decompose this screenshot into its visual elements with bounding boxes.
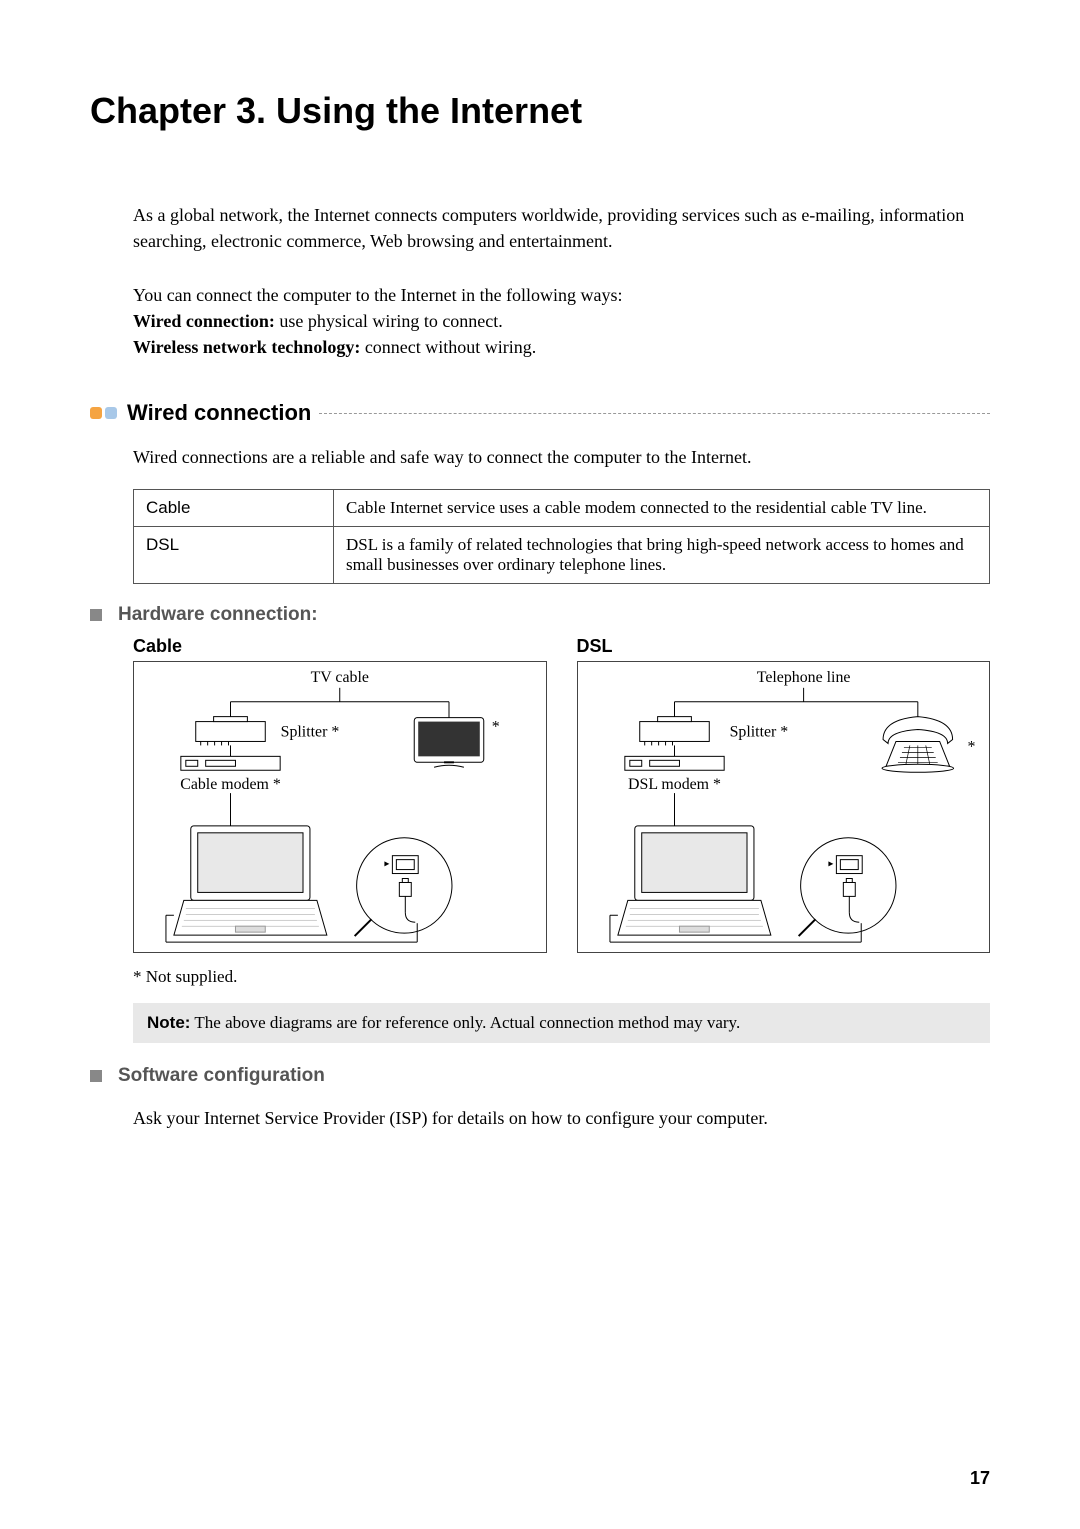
subheading-software: Software configuration <box>90 1065 990 1087</box>
wired-description: Wired connections are a reliable and saf… <box>133 444 990 470</box>
tv-cable-label: TV cable <box>311 668 369 685</box>
svg-text:*: * <box>967 738 975 755</box>
wired-connection-line: Wired connection: use physical wiring to… <box>133 308 990 334</box>
square-bullet-icon <box>90 1070 102 1082</box>
diagram-row: Cable TV cable <box>133 636 990 953</box>
magnifier-icon: ▸ <box>355 837 452 935</box>
svg-text:▸: ▸ <box>384 858 389 869</box>
note-text: The above diagrams are for reference onl… <box>190 1013 740 1032</box>
magnifier-icon: ▸ <box>798 837 895 935</box>
intro-paragraph-2: You can connect the computer to the Inte… <box>133 282 990 308</box>
heading-dash-line <box>319 413 990 414</box>
table-row: DSL DSL is a family of related technolog… <box>134 526 990 583</box>
chapter-title: Chapter 3. Using the Internet <box>90 90 990 132</box>
table-cell-name: DSL <box>134 526 334 583</box>
diagram-box-dsl: Telephone line Splitter * <box>577 661 991 953</box>
table-cell-desc: Cable Internet service uses a cable mode… <box>334 489 990 526</box>
page-number: 17 <box>970 1468 990 1489</box>
telephone-icon <box>882 716 954 772</box>
section-title: Wired connection <box>127 400 311 426</box>
subheading-text: Software configuration <box>118 1065 325 1087</box>
wireless-connection-line: Wireless network technology: connect wit… <box>133 334 990 360</box>
intro-block: As a global network, the Internet connec… <box>133 202 990 360</box>
subheading-text: Hardware connection: <box>118 604 318 626</box>
table-cell-name: Cable <box>134 489 334 526</box>
diagram-box-cable: TV cable Splitter * <box>133 661 547 953</box>
svg-text:▸: ▸ <box>828 858 833 869</box>
wired-label: Wired connection: <box>133 311 275 331</box>
intro-paragraph-1: As a global network, the Internet connec… <box>133 202 990 254</box>
diagram-title-dsl: DSL <box>577 636 991 657</box>
telephone-line-label: Telephone line <box>756 668 850 685</box>
footnote-not-supplied: * Not supplied. <box>133 967 990 987</box>
laptop-icon <box>174 825 327 934</box>
page: Chapter 3. Using the Internet As a globa… <box>0 0 1080 1529</box>
splitter-label: Splitter * <box>281 723 340 740</box>
svg-text:*: * <box>492 718 500 735</box>
note-label: Note: <box>147 1013 190 1032</box>
note-box: Note: The above diagrams are for referen… <box>133 1003 990 1043</box>
square-bullet-icon <box>90 609 102 621</box>
table-cell-desc: DSL is a family of related technologies … <box>334 526 990 583</box>
section-heading-wired: Wired connection <box>90 400 990 426</box>
laptop-icon <box>617 825 770 934</box>
cable-diagram-svg: TV cable Splitter * <box>134 662 546 952</box>
wired-text: use physical wiring to connect. <box>275 311 503 331</box>
wireless-label: Wireless network technology: <box>133 337 360 357</box>
diagram-title-cable: Cable <box>133 636 547 657</box>
splitter-label-dsl: Splitter * <box>729 723 788 740</box>
diagram-column-dsl: DSL Telephone line Splitter * <box>577 636 991 953</box>
software-text: Ask your Internet Service Provider (ISP)… <box>133 1105 990 1131</box>
table-row: Cable Cable Internet service uses a cabl… <box>134 489 990 526</box>
dsl-modem-label: DSL modem * <box>628 776 721 793</box>
subheading-hardware: Hardware connection: <box>90 604 990 626</box>
dsl-diagram-svg: Telephone line Splitter * <box>578 662 990 952</box>
heading-bullets-icon <box>90 407 117 419</box>
modem-label: Cable modem * <box>180 776 281 793</box>
wireless-text: connect without wiring. <box>360 337 536 357</box>
diagram-column-cable: Cable TV cable <box>133 636 547 953</box>
connection-table: Cable Cable Internet service uses a cabl… <box>133 489 990 584</box>
